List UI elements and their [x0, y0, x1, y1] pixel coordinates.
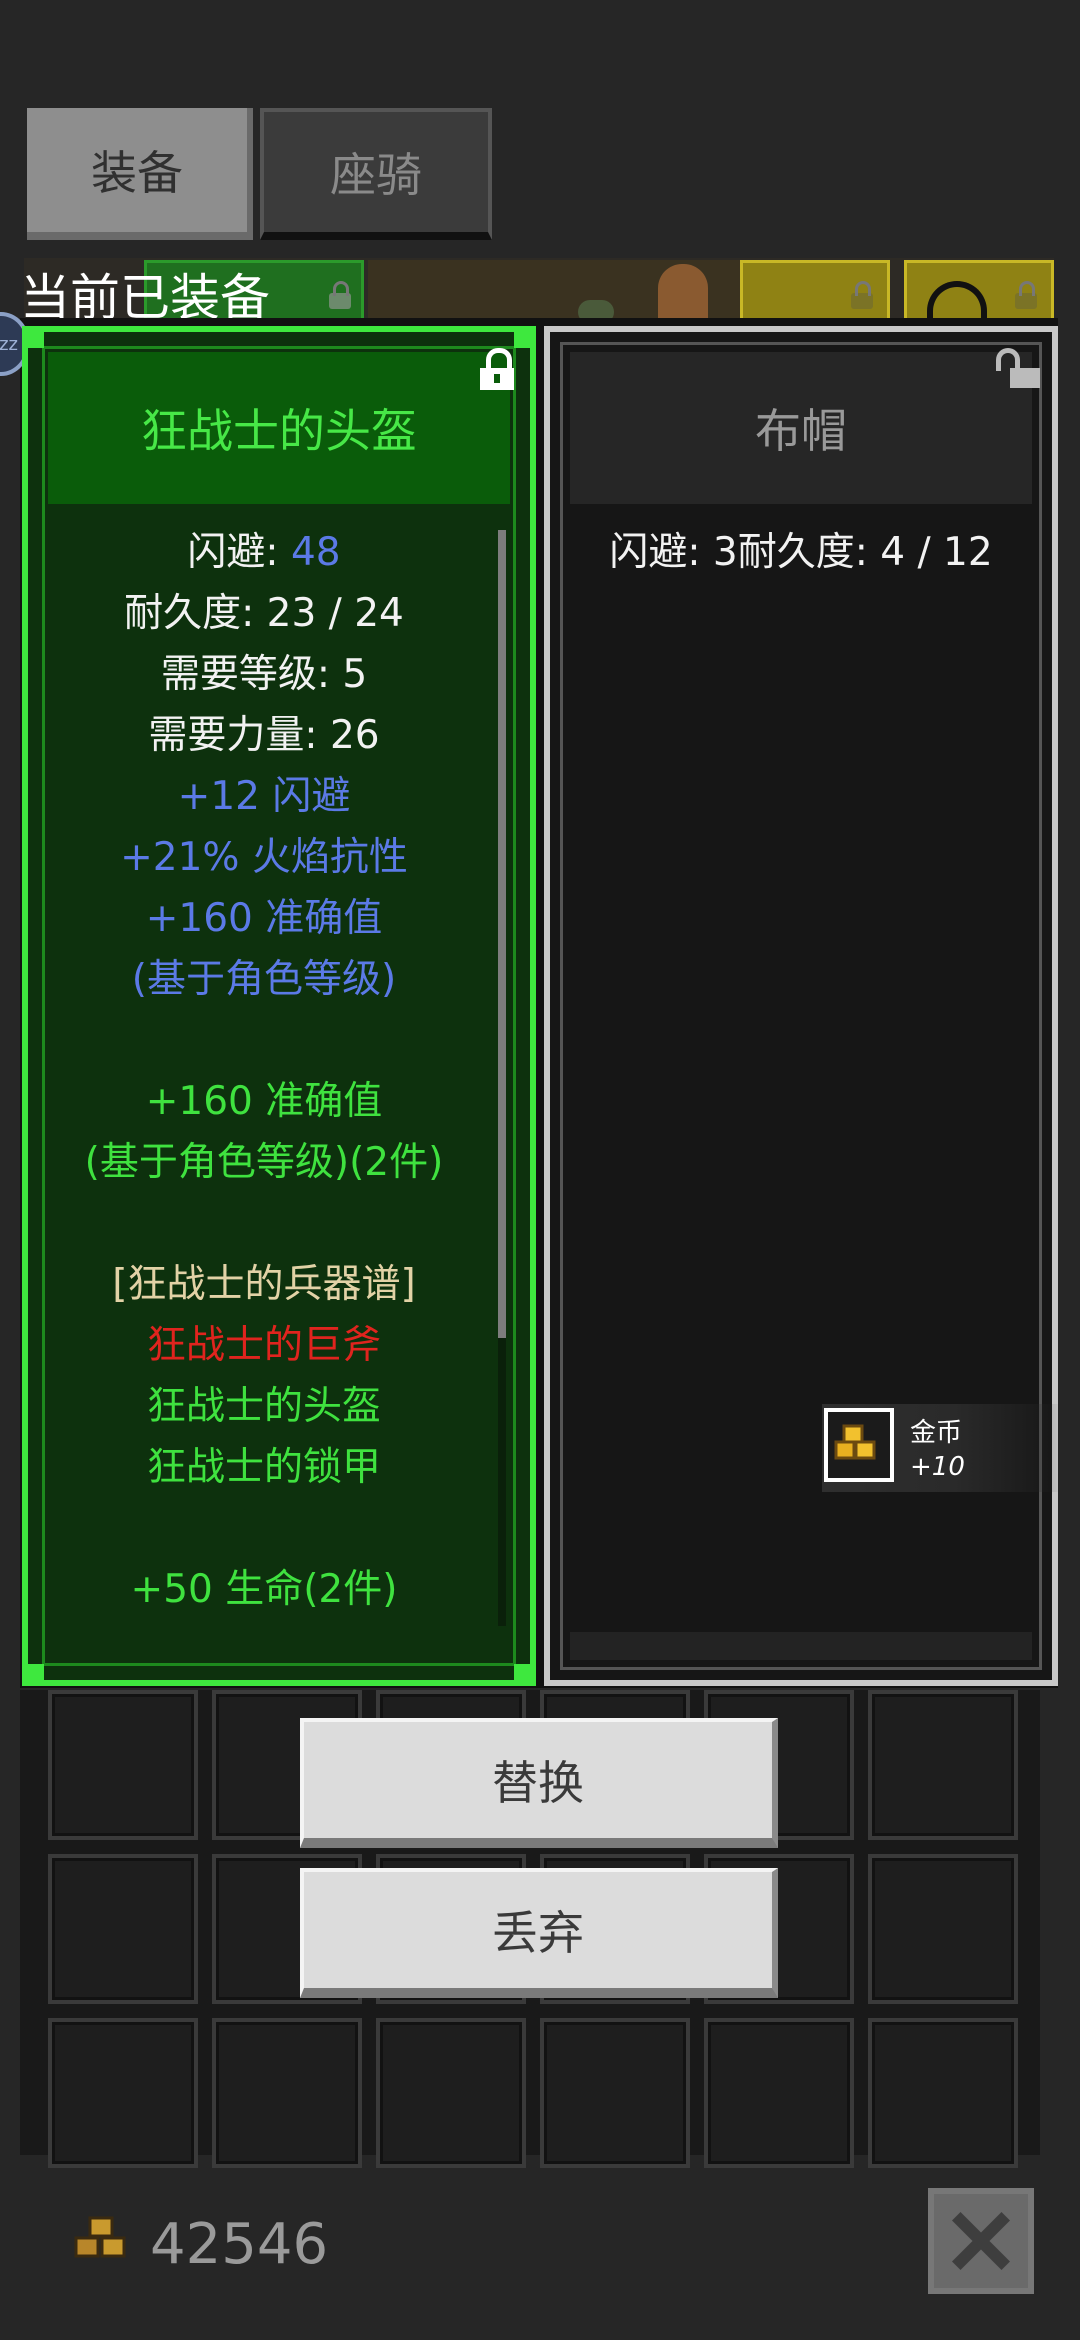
unlock-icon[interactable]	[996, 348, 1040, 388]
stat-line: 狂战士的巨斧	[28, 1315, 500, 1376]
inventory-slot[interactable]	[48, 1854, 198, 2004]
pickup-notification: 金币 +10	[822, 1404, 1062, 1492]
stat-text: 耐久度: 23 / 24	[124, 591, 404, 636]
equipped-item-panel: 狂战士的头盔 闪避: 48 耐久度: 23 / 24 需要等级: 5 需要力量: 26…	[22, 326, 536, 1686]
gold-coins-icon	[824, 1408, 894, 1482]
corner-ornament	[22, 1664, 44, 1686]
stat-line: +160 准确值	[28, 1071, 500, 1132]
stat-text: 闪避:	[187, 530, 291, 575]
strip-slot	[368, 260, 748, 324]
inventory-slot[interactable]	[868, 1854, 1018, 2004]
stat-text: (基于角色等级)	[131, 957, 397, 1002]
lock-icon	[329, 281, 351, 309]
close-button[interactable]	[928, 2188, 1034, 2294]
inventory-slot[interactable]	[212, 2018, 362, 2168]
stat-text: 狂战士的锁甲	[146, 1445, 381, 1490]
corner-ornament	[22, 326, 44, 348]
discard-button[interactable]: 丢弃	[300, 1868, 778, 1998]
replace-button[interactable]: 替换	[300, 1718, 778, 1848]
stat-line: 需要等级: 5	[28, 644, 500, 705]
equipped-item-name: 狂战士的头盔	[141, 404, 417, 458]
lock-icon	[851, 281, 873, 309]
stat-line	[28, 1498, 500, 1559]
stat-line: 需要力量: 26	[28, 705, 500, 766]
stat-line: +12 闪避	[28, 766, 500, 827]
lock-icon[interactable]	[480, 348, 514, 390]
compare-item-name: 布帽	[755, 404, 847, 458]
stat-line: 闪避: 48	[28, 522, 500, 583]
stat-text: 狂战士的头盔	[146, 1384, 381, 1429]
panel-footer-bar	[570, 1632, 1032, 1660]
stat-line: (基于角色等级)(2件)	[28, 1132, 500, 1193]
compare-item-stats: 闪避: 3耐久度: 4 / 12	[550, 522, 1052, 583]
stat-text: [狂战士的兵器谱]	[112, 1262, 416, 1307]
stat-text: (基于角色等级)(2件)	[84, 1140, 444, 1185]
stat-text: 48	[290, 530, 341, 575]
stat-line: (基于角色等级)	[28, 949, 500, 1010]
inventory-slot[interactable]	[868, 2018, 1018, 2168]
strip-slot	[904, 260, 1054, 325]
lock-icon	[1015, 281, 1037, 309]
stat-text: +160 准确值	[145, 896, 383, 941]
corner-ornament	[514, 1664, 536, 1686]
stat-text: +50 生命(2件)	[130, 1567, 398, 1612]
scrollbar-thumb[interactable]	[498, 530, 506, 1338]
stat-text: 需要力量: 26	[148, 713, 380, 758]
stat-line: 狂战士的头盔	[28, 1376, 500, 1437]
stat-line: [狂战士的兵器谱]	[28, 1254, 500, 1315]
stat-line: 耐久度: 4 / 12	[738, 530, 993, 575]
corner-ornament	[514, 326, 536, 348]
stat-text: 闪避: 3	[609, 530, 738, 575]
stat-line: +160 准确值	[28, 888, 500, 949]
stat-text: 耐久度: 4 / 12	[737, 530, 993, 575]
stat-line: +21% 火焰抗性	[28, 827, 500, 888]
stat-line	[28, 1010, 500, 1071]
stat-text: 需要等级: 5	[160, 652, 368, 697]
stat-text: +12 闪避	[177, 774, 351, 819]
compare-item-header: 布帽	[570, 352, 1032, 504]
stat-line: 狂战士的锁甲	[28, 1437, 500, 1498]
inventory-slot[interactable]	[540, 2018, 690, 2168]
equipped-item-header: 狂战士的头盔	[48, 352, 510, 504]
pickup-item-name: 金币	[910, 1418, 963, 1448]
stat-line: +50 生命(2件)	[28, 1559, 500, 1620]
inventory-slot[interactable]	[868, 1690, 1018, 1840]
gold-coins-icon	[70, 2216, 134, 2270]
inventory-slot[interactable]	[704, 2018, 854, 2168]
equipped-item-stats: 闪避: 48 耐久度: 23 / 24 需要等级: 5 需要力量: 26 +12 闪避 +…	[28, 522, 500, 1620]
stat-line: 耐久度: 23 / 24	[28, 583, 500, 644]
tab-mount[interactable]: 座骑	[260, 108, 492, 240]
helmet-sprite-icon	[658, 264, 708, 322]
pickup-amount: +10	[910, 1452, 965, 1482]
gold-amount: 42546	[150, 2212, 329, 2277]
inventory-slot[interactable]	[48, 2018, 198, 2168]
stat-line	[28, 1193, 500, 1254]
inventory-slot[interactable]	[48, 1690, 198, 1840]
stat-text: +160 准确值	[145, 1079, 383, 1124]
inventory-slot[interactable]	[376, 2018, 526, 2168]
stat-text: +21% 火焰抗性	[120, 835, 408, 880]
stat-line: 闪避: 3	[609, 530, 737, 575]
stat-text: 狂战士的巨斧	[146, 1323, 381, 1368]
tab-equipment[interactable]: 装备	[27, 108, 253, 240]
strip-slot	[740, 260, 890, 324]
